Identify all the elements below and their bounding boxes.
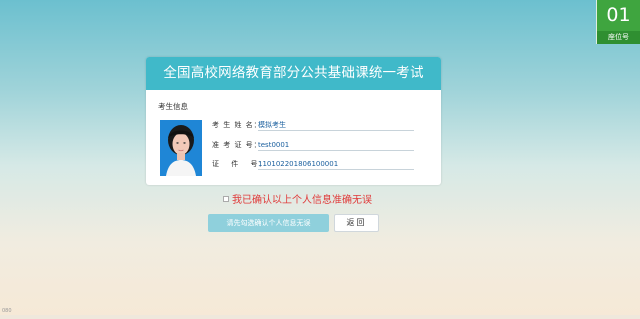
- field-name-label: 考 生 姓 名：: [212, 121, 262, 129]
- seat-number-badge: 01 座位号: [596, 0, 640, 44]
- candidate-portrait-image: [160, 120, 202, 176]
- confirm-checkbox-row[interactable]: 我已确认以上个人信息准确无误: [223, 194, 372, 208]
- field-ticket-number-label: 准 考 证 号：: [212, 141, 262, 149]
- field-name: 考 生 姓 名： 模拟考生: [212, 119, 414, 131]
- bottom-strip: [0, 315, 640, 319]
- section-title: 考生信息: [158, 102, 188, 111]
- field-id-number-value: 110102201806100001: [258, 158, 414, 170]
- exam-title: 全国高校网络教育部分公共基础课统一考试: [146, 57, 441, 90]
- field-id-number: 证 件 号： 110102201806100001: [212, 158, 414, 170]
- confirm-checkbox[interactable]: [223, 196, 229, 202]
- field-name-value: 模拟考生: [258, 119, 414, 131]
- candidate-info-card: 全国高校网络教育部分公共基础课统一考试 考生信息 考 生 姓 名： 模拟考生 准…: [146, 57, 441, 185]
- corner-text: 080: [2, 308, 12, 314]
- candidate-photo: [160, 120, 202, 176]
- confirm-button[interactable]: 请先勾选确认个人信息无误: [208, 214, 329, 232]
- back-button[interactable]: 返回: [334, 214, 379, 232]
- seat-number: 01: [606, 4, 631, 26]
- confirm-text[interactable]: 我已确认以上个人信息准确无误: [232, 195, 372, 206]
- field-ticket-number: 准 考 证 号： test0001: [212, 139, 414, 151]
- field-ticket-number-value: test0001: [258, 139, 414, 151]
- seat-label: 座位号: [597, 31, 640, 44]
